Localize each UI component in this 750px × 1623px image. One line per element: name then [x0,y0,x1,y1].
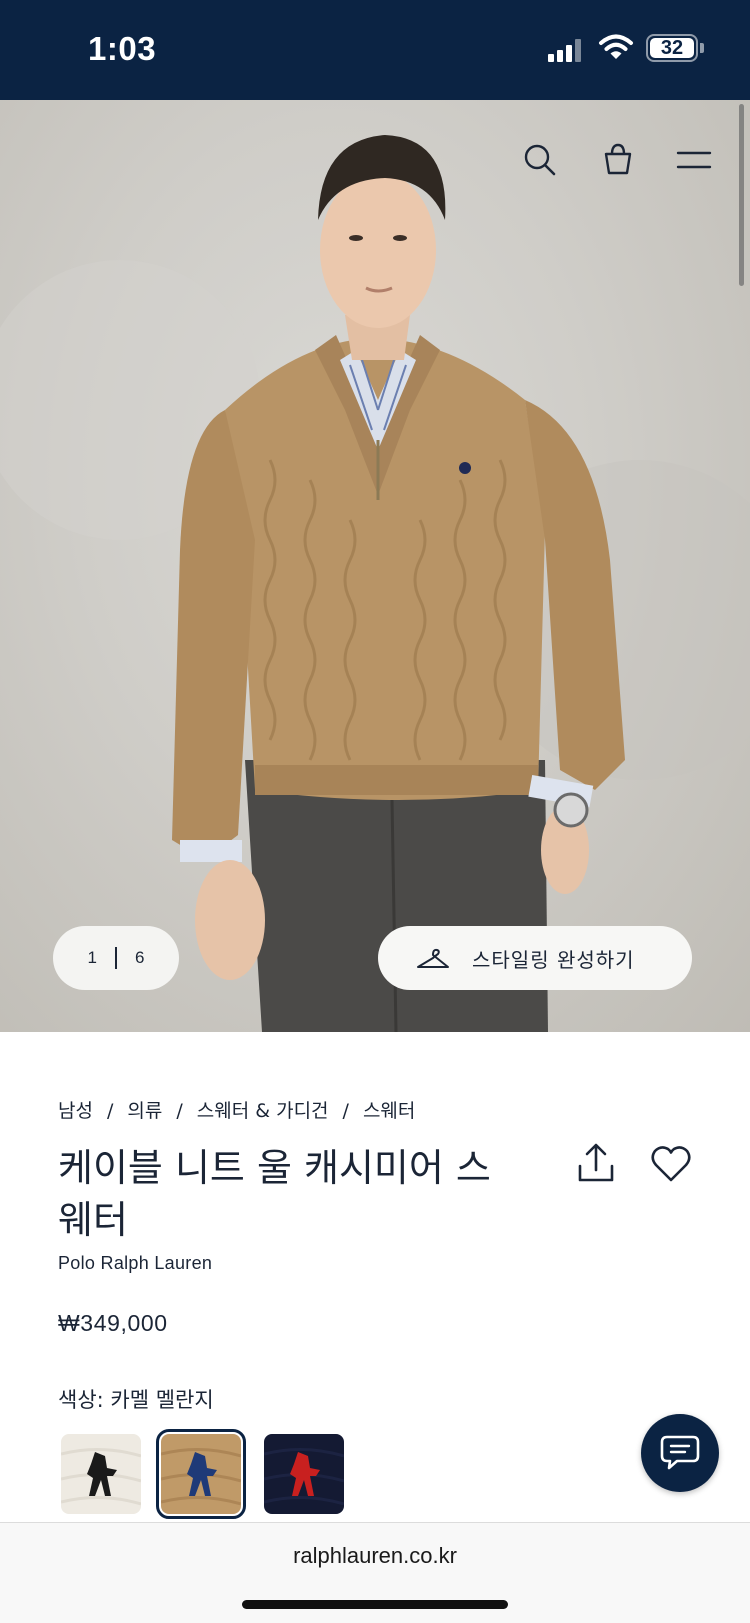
site-header-icons [510,140,750,180]
chat-bubble-icon [660,1435,700,1470]
product-title: 케이블 니트 울 캐시미어 스웨터 [58,1146,491,1242]
page-scrollbar[interactable] [739,104,744,286]
breadcrumb-item-sweaters-cardigans[interactable]: 스웨터 & 가디건 [197,1100,329,1122]
brand-name: Polo Ralph Lauren [58,1253,213,1273]
breadcrumb-separator: / [176,1100,183,1122]
wishlist-heart-icon[interactable] [650,1144,692,1184]
pager-separator [115,947,117,969]
pager-total: 6 [135,948,145,967]
breadcrumb-item-clothing[interactable]: 의류 [127,1100,162,1122]
pager-current: 1 [87,948,97,967]
share-icon[interactable] [576,1142,616,1184]
product-photo [0,135,750,1032]
status-time: 1:03 [88,30,157,67]
wifi-icon [599,34,633,59]
complete-the-look-button[interactable]: 스타일링 완성하기 [378,926,692,990]
breadcrumb-separator: / [106,1100,114,1122]
status-bar: 1:03 32 [0,0,750,100]
battery-cap [700,43,704,53]
breadcrumb-item-men[interactable]: 남성 [58,1100,93,1122]
image-pager: 1 6 [53,926,179,990]
breadcrumb-separator: / [342,1100,349,1122]
pony-logo-icon [264,1434,344,1514]
color-swatch-cream[interactable] [61,1434,141,1514]
home-indicator[interactable] [242,1600,508,1609]
color-swatch-navy[interactable] [264,1434,344,1514]
complete-the-look-label: 스타일링 완성하기 [472,947,635,972]
cellular-signal-icon [548,38,584,62]
hanger-icon [417,948,449,968]
pony-logo-icon [161,1434,241,1514]
battery-level: 32 [650,38,694,58]
menu-icon[interactable] [674,140,714,180]
pony-logo-icon [61,1434,141,1514]
battery-indicator: 32 [646,34,698,62]
search-icon[interactable] [520,140,560,180]
browser-url-bar[interactable]: ralphlauren.co.kr [0,1522,750,1623]
url-text[interactable]: ralphlauren.co.kr [0,1543,750,1569]
product-image-carousel[interactable]: 1 6 스타일링 완성하기 [0,100,750,1032]
color-swatch-camel[interactable] [156,1429,246,1519]
breadcrumb-item-sweaters[interactable]: 스웨터 [363,1100,415,1122]
shopping-bag-icon[interactable] [598,140,638,180]
breadcrumb: 남성 / 의류 / 스웨터 & 가디건 / 스웨터 [58,1096,415,1123]
chat-support-button[interactable] [641,1414,719,1492]
selected-color-label: 색상: 카멜 멜란지 [58,1388,214,1412]
product-price: ₩349,000 [58,1310,168,1336]
